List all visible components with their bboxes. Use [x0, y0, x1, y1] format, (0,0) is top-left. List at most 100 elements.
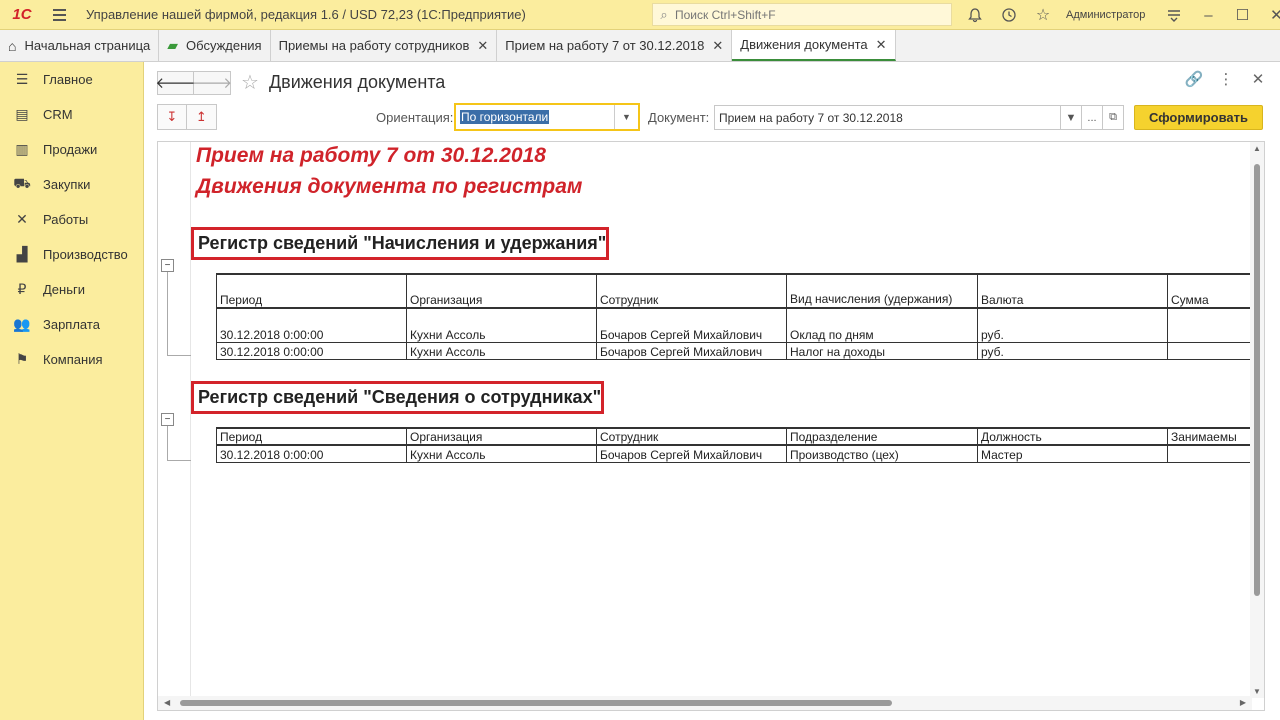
- user-name[interactable]: Администратор: [1066, 9, 1145, 21]
- table-cell: [1167, 308, 1257, 343]
- chat-icon: ▰: [167, 37, 179, 53]
- table-cell: Бочаров Сергей Михайлович: [596, 308, 787, 343]
- horizontal-scrollbar[interactable]: ◀ ▶: [158, 696, 1252, 710]
- maximize-icon[interactable]: ☐: [1225, 0, 1259, 30]
- favorites-star-icon[interactable]: ☆: [1026, 0, 1060, 30]
- global-search[interactable]: ⌕: [652, 3, 952, 26]
- table-cell: 30.12.2018 0:00:00: [216, 342, 407, 360]
- close-window-icon[interactable]: ✕: [1259, 0, 1280, 30]
- scroll-thumb[interactable]: [1254, 164, 1260, 596]
- table-cell: Налог на доходы: [786, 342, 978, 360]
- bell-icon[interactable]: [958, 0, 992, 30]
- tab-home[interactable]: ⌂ Начальная страница: [0, 30, 160, 61]
- sidebar-item-label: Компания: [43, 352, 103, 367]
- column-header: Организация: [406, 427, 597, 446]
- close-icon[interactable]: ✕: [477, 38, 488, 54]
- sections-panel: ☰ Главное ▤ CRM ▥ Продажи ⛟ Закупки ✕ Работы …: [0, 62, 144, 720]
- tab-label: Обсуждения: [186, 38, 262, 53]
- back-arrow-icon[interactable]: 🡐: [155, 70, 196, 95]
- crm-icon: ▤: [15, 106, 29, 122]
- page-title: Движения документа: [268, 72, 446, 92]
- collapse-group-icon[interactable]: −: [161, 259, 174, 272]
- main-menu-icon[interactable]: [44, 0, 74, 30]
- table-cell: руб.: [977, 308, 1168, 343]
- tab-document-movements[interactable]: Движения документа ✕: [732, 30, 896, 61]
- table-cell: [1167, 342, 1257, 360]
- close-form-icon[interactable]: ✕: [1248, 70, 1268, 88]
- forward-arrow-icon[interactable]: 🡒: [192, 70, 232, 95]
- report-title: Прием на работу 7 от 30.12.2018: [196, 144, 546, 167]
- sidebar-item-main[interactable]: ☰ Главное: [0, 62, 143, 97]
- close-icon[interactable]: ✕: [712, 38, 723, 54]
- sidebar-item-label: CRM: [43, 107, 73, 122]
- document-field[interactable]: Прием на работу 7 от 30.12.2018: [714, 105, 1061, 130]
- chevron-down-icon[interactable]: ▼: [614, 105, 638, 129]
- report-spreadsheet[interactable]: Прием на работу 7 от 30.12.2018 Движения…: [157, 141, 1265, 711]
- generate-button[interactable]: Сформировать: [1134, 105, 1263, 130]
- sidebar-item-label: Закупки: [43, 177, 91, 192]
- sidebar-item-salary[interactable]: 👥 Зарплата: [0, 307, 143, 342]
- table-cell: Кухни Ассоль: [406, 342, 597, 360]
- column-header: Вид начисления (удержания): [786, 273, 978, 309]
- search-input[interactable]: [675, 7, 945, 22]
- orientation-value: По горизонтали: [460, 110, 550, 124]
- settings-menu-icon[interactable]: [1157, 0, 1191, 30]
- table-cell: Кухни Ассоль: [406, 308, 597, 343]
- table-cell: руб.: [977, 342, 1168, 360]
- close-icon[interactable]: ✕: [876, 37, 887, 53]
- sidebar-item-works[interactable]: ✕ Работы: [0, 202, 143, 237]
- table-cell: Производство (цех): [786, 445, 978, 463]
- table-cell: 30.12.2018 0:00:00: [216, 308, 407, 343]
- sidebar-item-company[interactable]: ⚑ Компания: [0, 342, 143, 377]
- column-header: Период: [216, 427, 407, 446]
- sidebar-item-money[interactable]: ₽ Деньги: [0, 272, 143, 307]
- tab-hires-list[interactable]: Приемы на работу сотрудников ✕: [270, 30, 498, 61]
- more-vertical-icon[interactable]: ⋮: [1216, 70, 1236, 88]
- scroll-left-icon[interactable]: ◀: [164, 698, 170, 707]
- favorite-star-icon[interactable]: ☆: [241, 70, 259, 95]
- scroll-up-icon[interactable]: ▲: [1253, 144, 1261, 153]
- chevron-down-icon[interactable]: ▼: [1060, 105, 1082, 130]
- tab-label: Начальная страница: [24, 38, 151, 53]
- open-windows-tabs: ⌂ Начальная страница ▰ Обсуждения Приемы…: [0, 30, 1280, 62]
- sidebar-item-label: Деньги: [43, 282, 85, 297]
- scroll-thumb[interactable]: [180, 700, 892, 706]
- vertical-scrollbar[interactable]: ▲ ▼: [1250, 142, 1264, 698]
- collapse-groups-icon[interactable]: ↥: [187, 104, 217, 130]
- collapse-group-icon[interactable]: −: [161, 413, 174, 426]
- column-header: Сумма: [1167, 273, 1257, 309]
- column-header: Сотрудник: [596, 273, 787, 309]
- link-icon[interactable]: 🔗: [1184, 70, 1204, 88]
- table-cell: Бочаров Сергей Михайлович: [596, 342, 787, 360]
- sidebar-item-production[interactable]: ▟ Производство: [0, 237, 143, 272]
- column-header: Период: [216, 273, 407, 309]
- tab-hire-document[interactable]: Прием на работу 7 от 30.12.2018 ✕: [497, 30, 733, 61]
- sidebar-item-sales[interactable]: ▥ Продажи: [0, 132, 143, 167]
- app-title: Управление нашей фирмой, редакция 1.6 / …: [86, 7, 526, 22]
- column-header: Организация: [406, 273, 597, 309]
- table-cell: Кухни Ассоль: [406, 445, 597, 463]
- home-icon: ⌂: [8, 37, 17, 54]
- orientation-label: Ориентация:: [376, 110, 454, 125]
- expand-groups-icon[interactable]: ↧: [157, 104, 187, 130]
- sidebar-item-crm[interactable]: ▤ CRM: [0, 97, 143, 132]
- select-document-button[interactable]: ...: [1081, 105, 1103, 130]
- report-subtitle: Движения документа по регистрам: [196, 175, 583, 198]
- column-header: Сотрудник: [596, 427, 787, 446]
- list-icon: ☰: [15, 71, 29, 87]
- tab-discussions[interactable]: ▰ Обсуждения: [159, 30, 271, 61]
- history-icon[interactable]: [992, 0, 1026, 30]
- sidebar-item-label: Зарплата: [43, 317, 100, 332]
- flag-icon: ⚑: [15, 351, 29, 367]
- register-table: Период Организация Сотрудник Вид начисле…: [216, 273, 1257, 360]
- scroll-down-icon[interactable]: ▼: [1253, 687, 1261, 696]
- open-document-icon[interactable]: ⧉: [1102, 105, 1124, 130]
- basket-icon: ▥: [15, 141, 29, 157]
- 1c-logo: 1С: [12, 6, 32, 23]
- sidebar-item-label: Работы: [43, 212, 89, 227]
- sidebar-item-purchases[interactable]: ⛟ Закупки: [0, 167, 143, 202]
- minimize-icon[interactable]: –: [1191, 0, 1225, 30]
- scroll-right-icon[interactable]: ▶: [1240, 698, 1246, 707]
- tab-label: Прием на работу 7 от 30.12.2018: [505, 38, 705, 53]
- orientation-select[interactable]: По горизонтали ▼: [454, 103, 640, 131]
